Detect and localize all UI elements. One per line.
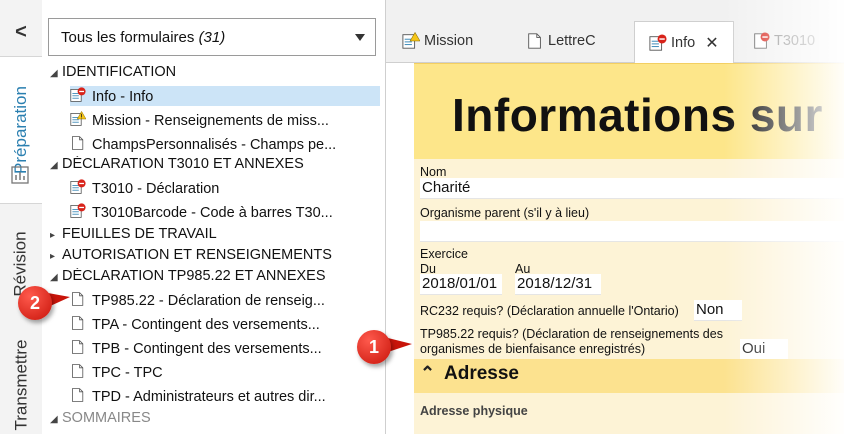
document-icon	[72, 136, 84, 150]
tab-info[interactable]: Info ✕	[634, 21, 734, 63]
tree-item-t3010[interactable]: T3010 - Déclaration	[70, 178, 380, 198]
form-filter-dropdown[interactable]: Tous les formulaires (31)	[48, 18, 376, 56]
vertical-tab-strip: < Préparation Révision Transmettre	[0, 0, 43, 434]
tp985-label-line1: TP985.22 requis? (Déclaration de renseig…	[420, 327, 723, 341]
chevron-left-icon: <	[15, 20, 27, 43]
du-date-value: 2018/01/01	[422, 275, 498, 292]
callout-badge-1: 1	[357, 330, 391, 364]
app-window: < Préparation Révision Transmettre Tous …	[0, 0, 844, 434]
tree-section-tp985[interactable]: ◢ DÉCLARATION TP985.22 ET ANNEXES	[50, 268, 380, 288]
collapsed-triangle-icon: ▸	[50, 230, 56, 241]
rc232-label: RC232 requis? (Déclaration annuelle l'On…	[420, 304, 679, 318]
chevron-up-icon: ⌃	[420, 363, 436, 383]
tree-section-t3010[interactable]: ◢ DÉCLARATION T3010 ET ANNEXES	[50, 156, 380, 176]
error-form-icon	[649, 33, 667, 51]
tab-transmettre-label: Transmettre	[11, 339, 31, 431]
tab-transmettre[interactable]: Transmettre	[0, 326, 42, 434]
tab-lettrec[interactable]: LettreC	[526, 22, 596, 60]
tab-t3010[interactable]: T3010	[752, 22, 815, 60]
nom-field[interactable]: Charité	[420, 178, 844, 199]
tree-section-identification[interactable]: ◢ IDENTIFICATION	[50, 64, 380, 84]
document-icon	[72, 364, 84, 378]
parent-field[interactable]	[420, 221, 844, 242]
error-form-icon	[754, 32, 770, 49]
rc232-value: Non	[696, 301, 724, 318]
warning-form-icon	[70, 110, 86, 126]
forms-tree-panel: Tous les formulaires (31) ◢ IDENTIFICATIO…	[42, 0, 386, 434]
error-form-icon	[70, 203, 86, 218]
collapsed-triangle-icon: ▸	[50, 251, 56, 262]
expanded-triangle-icon: ◢	[50, 272, 58, 283]
tree-item-tpd[interactable]: TPD - Administrateurs et autres dir...	[70, 386, 380, 406]
adresse-section-header[interactable]: ⌃ Adresse	[414, 359, 844, 393]
adresse-physique-label: Adresse physique	[420, 404, 528, 418]
tree-item-tpa[interactable]: TPA - Contingent des versements...	[70, 314, 380, 334]
report-icon	[11, 166, 29, 184]
close-icon[interactable]: ✕	[705, 33, 718, 53]
warning-form-icon	[402, 32, 420, 49]
expanded-triangle-icon: ◢	[50, 414, 58, 425]
exercice-label: Exercice	[420, 247, 468, 261]
tab-mission[interactable]: Mission	[402, 22, 473, 60]
tree-section-feuilles[interactable]: ▸ FEUILLES DE TRAVAIL	[50, 226, 380, 246]
form-icon	[528, 33, 541, 49]
expanded-triangle-icon: ◢	[50, 160, 58, 171]
document-icon	[72, 388, 84, 402]
au-date-value: 2018/12/31	[517, 275, 593, 292]
callout-badge-2: 2	[18, 286, 52, 320]
tree-item-t3010barcode[interactable]: T3010Barcode - Code à barres T30...	[70, 202, 380, 222]
document-icon	[72, 316, 84, 330]
page-title: Informations sur	[452, 89, 823, 141]
error-form-icon	[70, 179, 86, 194]
document-icon	[72, 292, 84, 306]
tab-preparation-label: Préparation	[11, 86, 31, 174]
tp985-field[interactable]: Oui	[740, 339, 788, 360]
document-icon	[72, 340, 84, 354]
rc232-field[interactable]: Non	[694, 300, 742, 321]
form-filter-value: Tous les formulaires (31)	[61, 29, 226, 46]
au-date-field[interactable]: 2018/12/31	[515, 274, 601, 295]
error-form-icon	[70, 87, 86, 102]
nom-value: Charité	[422, 179, 471, 196]
form-content: Informations sur Nom Charité Organisme p…	[386, 63, 844, 434]
tree-item-tp985[interactable]: TP985.22 - Déclaration de renseig...	[70, 290, 380, 310]
collapse-panel-button[interactable]: <	[0, 14, 42, 50]
tree-item-info[interactable]: Info - Info	[70, 86, 380, 106]
form-header: Informations sur	[414, 63, 844, 160]
expanded-triangle-icon: ◢	[50, 68, 58, 79]
tree-section-autorisation[interactable]: ▸ AUTORISATION ET RENSEIGNEMENTS	[50, 247, 380, 267]
dropdown-arrow-icon	[355, 34, 365, 41]
parent-label: Organisme parent (s'il y à lieu)	[420, 206, 590, 220]
tp985-label-line2: organismes de bienfaisance enregistrés)	[420, 342, 646, 356]
du-date-field[interactable]: 2018/01/01	[420, 274, 502, 295]
adresse-title: Adresse	[444, 363, 519, 384]
tree-section-sommaires[interactable]: ◢ SOMMAIRES	[50, 410, 380, 430]
tree-item-champs[interactable]: ChampsPersonnalisés - Champs pe...	[70, 134, 380, 154]
tree-item-tpc[interactable]: TPC - TPC	[70, 362, 380, 382]
tree-item-tpb[interactable]: TPB - Contingent des versements...	[70, 338, 380, 358]
tp985-value: Oui	[742, 340, 766, 357]
document-tab-bar: Mission LettreC Info ✕ T3010	[386, 0, 844, 63]
tree-item-mission[interactable]: Mission - Renseignements de miss...	[70, 110, 380, 130]
nom-label: Nom	[420, 165, 447, 179]
